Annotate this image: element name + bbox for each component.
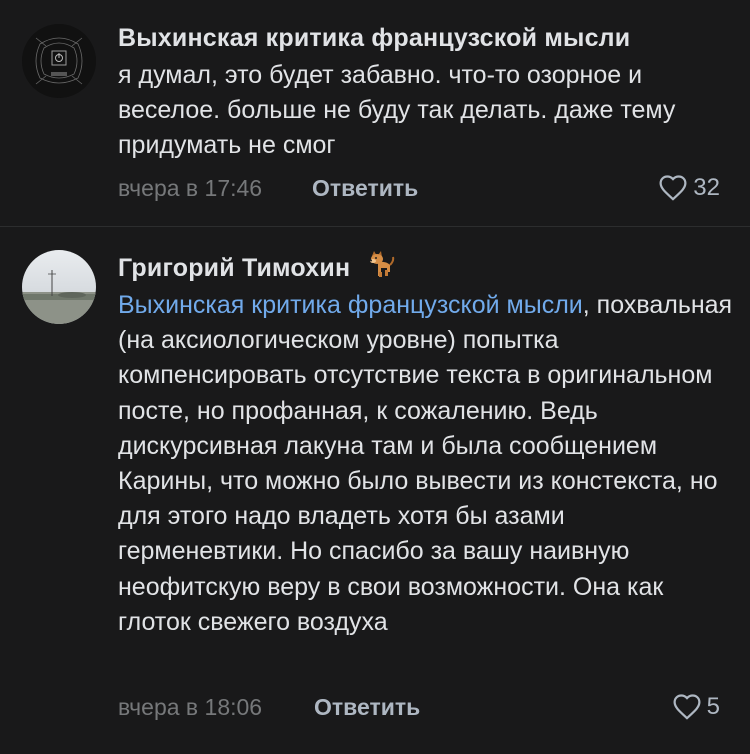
author-name[interactable]: Григорий Тимохин xyxy=(118,254,350,282)
comment-author[interactable]: Выхинская критика французской мысли xyxy=(118,24,630,53)
like-count: 5 xyxy=(706,693,720,720)
heart-icon xyxy=(659,175,687,201)
comment-timestamp: вчера в 17:46 xyxy=(118,175,263,201)
comment-text: я думал, это будет забавно. что-то озорн… xyxy=(118,61,676,160)
comment-timestamp: вчера в 18:06 xyxy=(118,694,263,720)
comment-text: Выхинская критика французской мысли, пох… xyxy=(118,288,733,640)
comment-body: , похвальная (на аксиологическом уровне)… xyxy=(118,291,733,636)
comment-author[interactable]: Григорий Тимохин xyxy=(118,251,395,285)
heart-icon xyxy=(673,694,701,720)
avatar[interactable] xyxy=(22,250,96,324)
like-button[interactable]: 32 xyxy=(658,174,720,202)
comment: Выхинская критика французской мысли я ду… xyxy=(0,0,750,226)
like-button[interactable]: 5 xyxy=(672,693,720,721)
landscape-photo-avatar-icon xyxy=(22,250,96,324)
logo-avatar-icon xyxy=(22,24,96,98)
like-count: 32 xyxy=(693,174,720,201)
mention-link[interactable]: Выхинская критика французской мысли xyxy=(118,291,583,319)
reply-button[interactable]: Ответить xyxy=(312,175,418,202)
avatar[interactable] xyxy=(22,24,96,98)
dog-emoji-icon xyxy=(365,250,395,285)
comment: Григорий Тимохин Выхинская критика франц… xyxy=(0,227,750,754)
reply-button[interactable]: Ответить xyxy=(314,694,420,721)
